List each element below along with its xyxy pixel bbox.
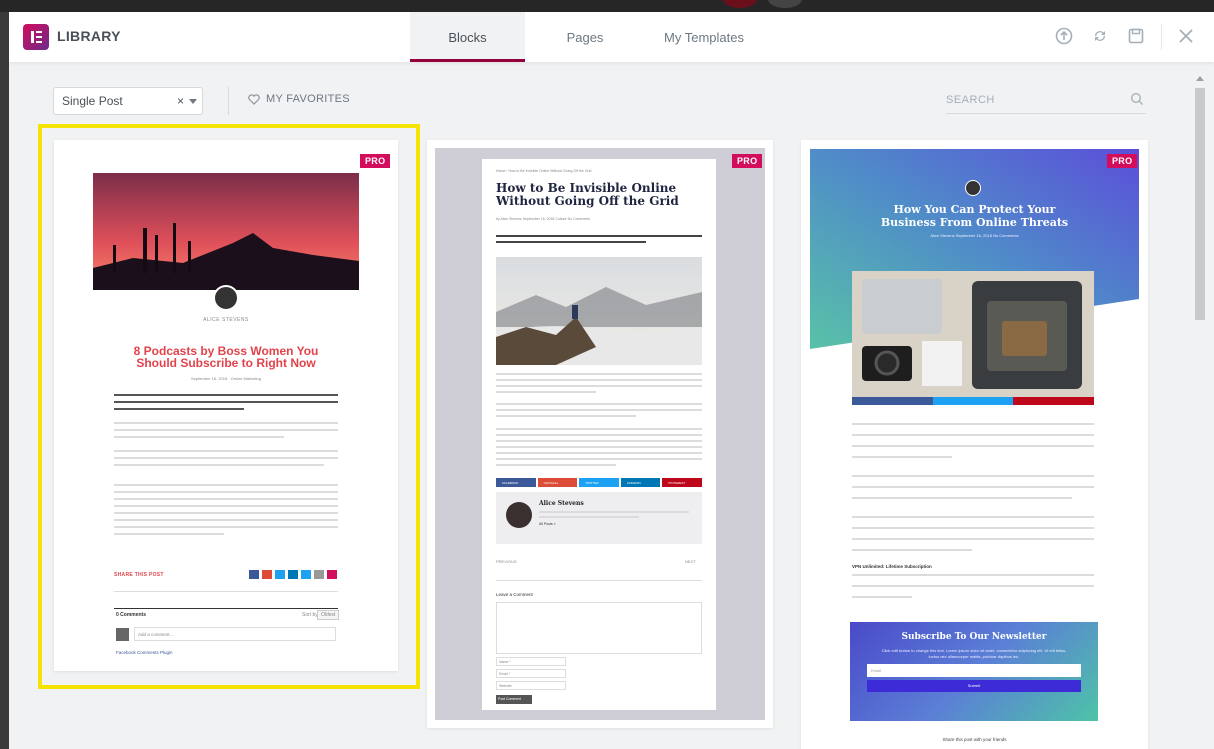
- card2-post-title: How to Be Invisible Online Without Going…: [496, 182, 679, 208]
- card2-submit-button: Post Comment: [496, 695, 532, 704]
- newsletter-title: Subscribe To Our Newsletter: [901, 632, 1047, 642]
- pro-badge: PRO: [360, 154, 391, 168]
- card2-title-line2: Without Going Off the Grid: [496, 194, 679, 208]
- upload-icon[interactable]: [1053, 25, 1075, 47]
- card1-comment-input: Add a comment...: [134, 627, 336, 641]
- card1-share-icons: [249, 570, 337, 579]
- close-icon[interactable]: [1175, 25, 1197, 47]
- author-avatar: [213, 285, 239, 311]
- divider: [114, 608, 338, 609]
- clear-selection-icon[interactable]: ×: [177, 94, 184, 108]
- scroll-up-arrow-icon[interactable]: [1196, 76, 1204, 81]
- card2-author-name: Alice Stevens: [539, 500, 584, 507]
- card3-title-line1: How You Can Protect Your: [893, 203, 1056, 216]
- card2-meta: by Alice Stevens September 16, 2018 Cult…: [496, 217, 590, 221]
- elementor-logo-icon: [23, 24, 49, 50]
- card1-post-title: 8 Podcasts by Boss Women You Should Subs…: [54, 345, 398, 369]
- search-icon[interactable]: [1130, 92, 1144, 106]
- card2-name-field: Name *: [496, 657, 566, 666]
- travel-bag-photo: [852, 271, 1094, 397]
- scrollbar-thumb[interactable]: [1195, 88, 1205, 320]
- card1-plugin-label: Facebook Comments Plugin: [116, 650, 173, 655]
- save-icon[interactable]: [1125, 25, 1147, 47]
- divider: [496, 580, 702, 581]
- card3-meta: Alice Stevens September 16, 2018 No Comm…: [930, 233, 1019, 238]
- category-select[interactable]: Single Post ×: [53, 87, 203, 115]
- toolbar-divider: [228, 87, 229, 115]
- heart-icon: [248, 93, 260, 105]
- card1-share-label: SHARE THIS POST: [114, 572, 164, 578]
- card1-meta: September 16, 2018 · Online Marketing: [190, 376, 262, 381]
- card2-previous-link: PREVIOUS: [496, 559, 517, 564]
- share-facebook-button: FACEBOOK: [496, 478, 536, 487]
- share-linkedin-button: LINKEDIN: [620, 478, 661, 487]
- modal-header: LIBRARY Blocks Pages My Templates: [9, 12, 1214, 62]
- card3-subheading: VPN Unlimited: Lifetime Subscription: [852, 564, 932, 569]
- card2-next-link: NEXT: [685, 559, 696, 564]
- backdrop: [0, 0, 1214, 12]
- share-twitter-button: TWITTER: [579, 478, 619, 487]
- my-favorites-label: MY FAVORITES: [266, 93, 350, 105]
- card2-email-field: Email *: [496, 669, 566, 678]
- card3-title-line2: Business From Online Threats: [880, 216, 1069, 229]
- card1-title-line2: Should Subscribe to Right Now: [136, 356, 316, 370]
- template-card-single-post-1[interactable]: PRO ALICE STEVENS 8 Podcasts by Boss Wom…: [54, 140, 398, 671]
- newsletter-text: Click edit button to change this text. L…: [881, 648, 1067, 659]
- card3-share-bar: [852, 397, 1095, 405]
- card2-website-field: Website: [496, 681, 566, 690]
- header-divider: [1161, 24, 1162, 50]
- category-select-value: Single Post: [62, 94, 123, 108]
- search-placeholder: SEARCH: [946, 94, 995, 106]
- mountain-photo: [496, 257, 702, 365]
- card1-comment-avatar: [116, 628, 129, 641]
- newsletter-email-input: Email: [867, 664, 1081, 677]
- card2-comment-heading: Leave a Comment: [496, 592, 533, 597]
- author-avatar: [965, 180, 981, 196]
- tab-my-templates[interactable]: My Templates: [645, 12, 763, 62]
- backdrop-shape: [768, 0, 802, 8]
- card1-sort-select: Oldest: [317, 610, 340, 620]
- card2-author-box: Alice Stevens All Posts »: [496, 492, 702, 544]
- chevron-down-icon[interactable]: [189, 99, 197, 104]
- card1-author: ALICE STEVENS: [203, 317, 249, 323]
- library-tabs: Blocks Pages My Templates: [410, 12, 763, 62]
- author-avatar: [506, 502, 532, 528]
- tab-pages[interactable]: Pages: [525, 12, 645, 62]
- card2-author-link: All Posts »: [539, 522, 556, 526]
- template-card-single-post-2[interactable]: PRO Home › How to Be Invisible Online Wi…: [427, 140, 773, 728]
- tab-blocks[interactable]: Blocks: [410, 12, 525, 62]
- sync-icon[interactable]: [1089, 25, 1111, 47]
- sunset-image: [93, 173, 359, 290]
- card2-share-buttons: FACEBOOK GOOGLE+ TWITTER LINKEDIN PINTER…: [496, 478, 702, 487]
- my-favorites-filter[interactable]: MY FAVORITES: [248, 93, 350, 105]
- template-card-single-post-3[interactable]: PRO How You Can Protect Your Business Fr…: [801, 140, 1148, 749]
- card1-comments-count: 0 Comments: [116, 612, 147, 618]
- card1-sort-label: Sort by: [302, 612, 318, 618]
- card3-post-title: How You Can Protect Your Business From O…: [801, 203, 1148, 229]
- divider: [114, 591, 338, 592]
- search-input[interactable]: SEARCH: [946, 92, 1146, 114]
- backdrop-shape: [723, 0, 757, 8]
- share-pinterest-button: PINTEREST: [662, 478, 702, 487]
- newsletter-submit-button: Submit: [867, 680, 1081, 692]
- share-google-button: GOOGLE+: [537, 478, 578, 487]
- library-title: LIBRARY: [57, 28, 121, 44]
- card2-breadcrumb: Home › How to Be Invisible Online Withou…: [496, 169, 592, 173]
- pro-badge: PRO: [732, 154, 763, 168]
- library-modal: LIBRARY Blocks Pages My Templates Single…: [9, 12, 1214, 749]
- card2-comment-textarea: [496, 602, 702, 654]
- newsletter-box: Subscribe To Our Newsletter Click edit b…: [850, 622, 1098, 721]
- card3-share-line: Share this post with your friends: [942, 737, 1007, 742]
- pro-badge: PRO: [1107, 154, 1138, 168]
